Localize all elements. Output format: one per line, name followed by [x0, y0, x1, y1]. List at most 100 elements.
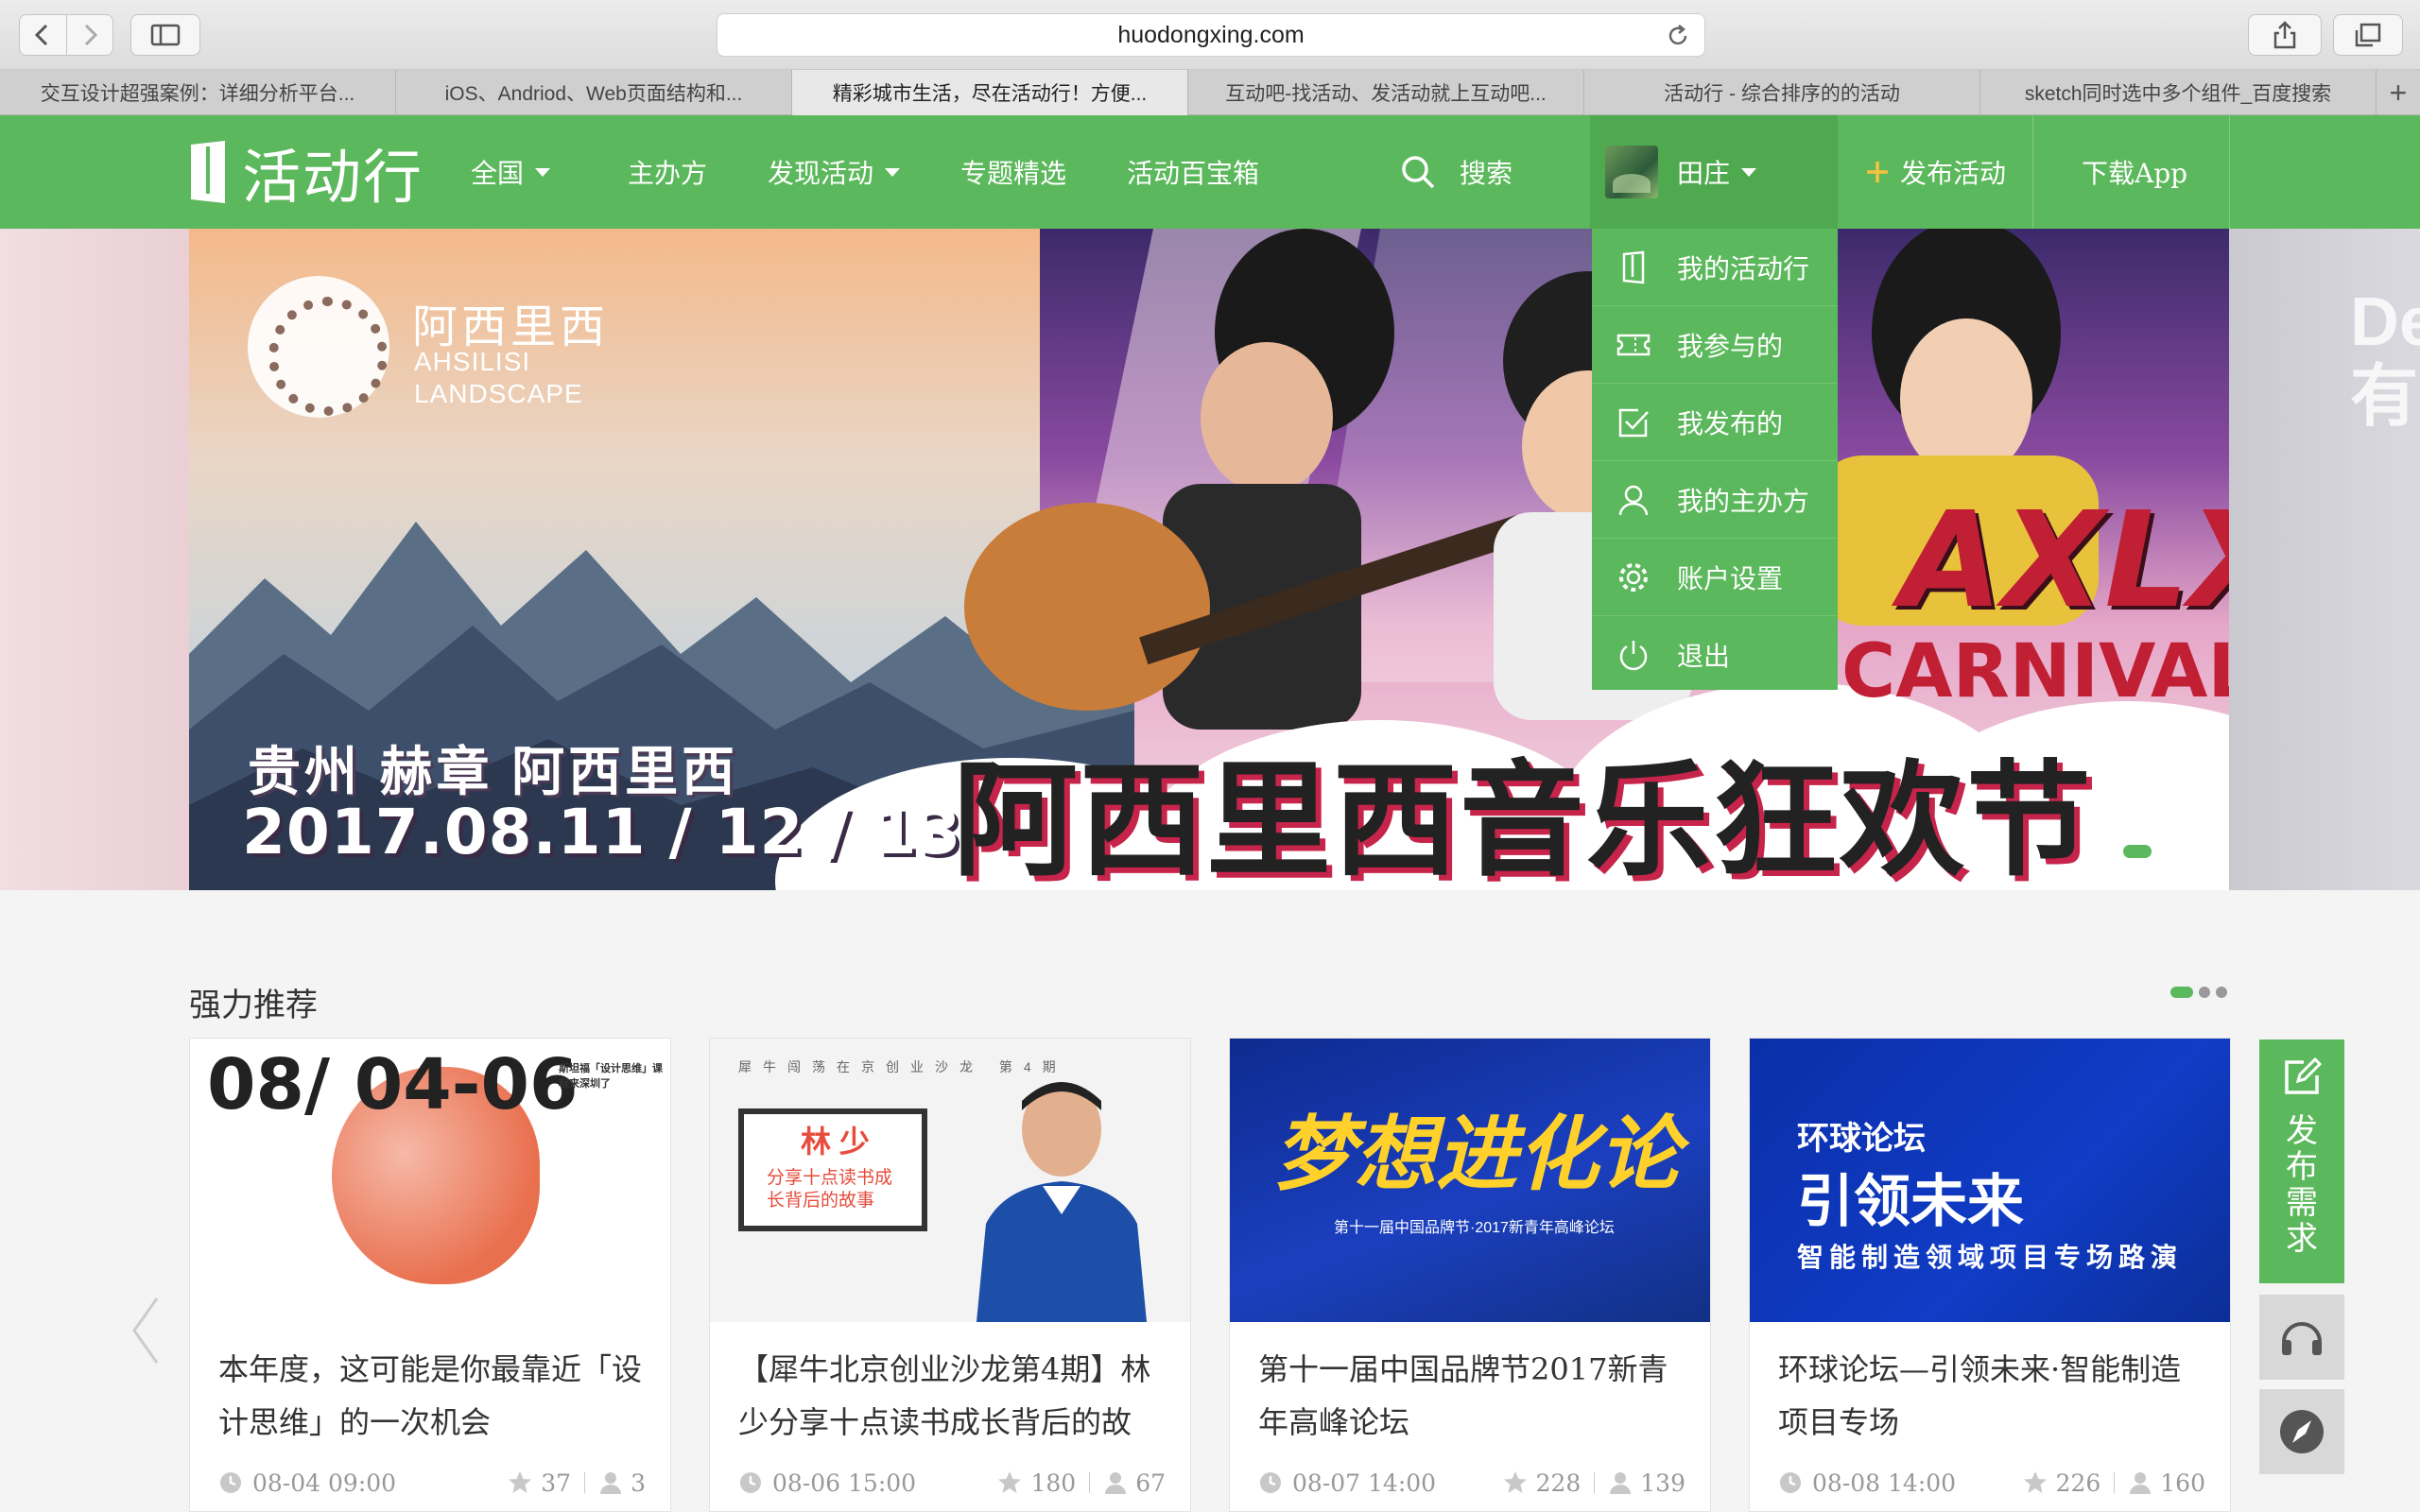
sidebar-icon: [150, 24, 181, 46]
nav-divider: [2229, 115, 2230, 229]
event-title: 第十一届中国品牌节2017新青年高峰论坛: [1258, 1351, 1668, 1440]
event-time-text: 08-04 09:00: [252, 1469, 397, 1497]
url-text: huodongxing.com: [1117, 21, 1305, 48]
banner-slide[interactable]: 阿西里西 AHSILISILANDSCAPE AXLX CARNIVAL 阿西里…: [189, 229, 2229, 890]
tab-label: 交互设计超强案例：详细分析平台...: [40, 83, 355, 105]
browser-tab-active[interactable]: 精彩城市生活，尽在活动行！方便...: [792, 70, 1188, 115]
edit-icon: [2285, 1057, 2323, 1094]
tab-label: 精彩城市生活，尽在活动行！方便...: [832, 83, 1148, 105]
people-count: 3: [631, 1469, 646, 1497]
power-icon: [1615, 636, 1652, 674]
pager-dot[interactable]: [2199, 987, 2210, 998]
menu-item-label: 我的活动行: [1677, 252, 1810, 284]
user-name: 田庄: [1677, 158, 1731, 189]
event-stats: 37 3: [507, 1469, 646, 1497]
new-tab-button[interactable]: +: [2377, 70, 2420, 115]
user-icon: [1615, 481, 1652, 519]
site-logo[interactable]: 活动行: [187, 134, 424, 211]
post-demand-button[interactable]: 发布需求: [2259, 1040, 2344, 1283]
browser-tab[interactable]: sketch同时选中多个组件_百度搜索: [1980, 70, 2377, 115]
event-meta: 08-04 09:00 37 3: [218, 1464, 646, 1502]
headset-icon: [2282, 1322, 2322, 1355]
carousel-dot[interactable]: [2159, 845, 2172, 858]
tab-label: 活动行 - 综合排序的的活动: [1664, 83, 1900, 105]
star-count: 228: [1535, 1469, 1582, 1497]
nav-region-select[interactable]: 全国: [471, 115, 551, 229]
cover-side-text: 斯坦福「设计思维」课程来深圳了: [559, 1063, 663, 1090]
reload-icon: [1668, 25, 1687, 45]
menu-item-my-huodongxing[interactable]: 我的活动行: [1592, 229, 1838, 306]
event-cover-image: 08/ 04-06 斯坦福「设计思维」课程来深圳了: [190, 1039, 670, 1322]
pager-dot[interactable]: [2170, 987, 2193, 998]
chevron-right-icon: [84, 24, 98, 46]
event-card[interactable]: 梦想进化论 第十一届中国品牌节·2017新青年高峰论坛 第十一届中国品牌节201…: [1229, 1038, 1711, 1512]
clock-icon: [740, 1472, 761, 1493]
event-card[interactable]: 08/ 04-06 斯坦福「设计思维」课程来深圳了 本年度，这可能是你最靠近「设…: [189, 1038, 671, 1512]
cover-subtitle: 分享十点读书成长背后的故事: [767, 1168, 893, 1211]
nav-organizer[interactable]: 主办方: [628, 115, 707, 229]
banner-carnival: CARNIVAL: [1841, 629, 2229, 714]
reload-button[interactable]: [1665, 23, 1691, 49]
publish-label: 发布活动: [1900, 158, 2007, 189]
star-icon: [1503, 1471, 1527, 1493]
browser-tab[interactable]: 交互设计超强案例：详细分析平台...: [0, 70, 396, 115]
address-bar[interactable]: huodongxing.com: [717, 13, 1705, 57]
logo-bookmark-icon: [191, 141, 225, 203]
sidebar-toggle-button[interactable]: [130, 14, 200, 56]
event-title: 本年度，这可能是你最靠近「设计思维」的一次机会: [218, 1351, 643, 1440]
tabs-icon: [2355, 23, 2381, 47]
brand-en-line: LANDSCAPE: [414, 379, 583, 408]
event-card[interactable]: 犀牛闯荡在京创业沙龙 第4期 林 少 分享十点读书成长背后的故事 【犀牛北京创业…: [709, 1038, 1191, 1512]
menu-item-published[interactable]: 我发布的: [1592, 384, 1838, 461]
publish-event-button[interactable]: 发布活动: [1864, 115, 2006, 229]
event-cover-image: 犀牛闯荡在京创业沙龙 第4期 林 少 分享十点读书成长背后的故事: [710, 1039, 1190, 1322]
person-icon: [600, 1472, 622, 1494]
carousel-dot[interactable]: [2180, 845, 2193, 858]
divider: [584, 1472, 586, 1493]
share-button[interactable]: [2248, 14, 2322, 56]
nav-topics[interactable]: 专题精选: [960, 115, 1066, 229]
event-meta: 08-07 14:00 228 139: [1258, 1464, 1685, 1502]
menu-item-logout[interactable]: 退出: [1592, 616, 1838, 694]
customer-service-button[interactable]: [2259, 1295, 2344, 1380]
event-time-text: 08-07 14:00: [1292, 1469, 1437, 1497]
browser-tab[interactable]: iOS、Andriod、Web页面结构和...: [396, 70, 792, 115]
caret-down-icon: [885, 167, 901, 177]
cover-title: 环球论坛: [1797, 1121, 1926, 1157]
nav-search-label: 搜索: [1460, 158, 1513, 189]
check-square-icon: [1615, 404, 1652, 441]
person-icon: [1610, 1472, 1632, 1494]
user-dropdown-menu: 我的活动行 我参与的 我发布的 我的主办方 账户设置 退出: [1592, 229, 1838, 690]
browser-tab[interactable]: 活动行 - 综合排序的的活动: [1584, 70, 1980, 115]
search-icon: [1402, 156, 1435, 189]
menu-item-my-organizer[interactable]: 我的主办方: [1592, 461, 1838, 539]
menu-item-participated[interactable]: 我参与的: [1592, 306, 1838, 384]
carousel-indicators: [2123, 845, 2193, 858]
brand-logo: [248, 276, 389, 418]
nav-search[interactable]: 搜索: [1399, 115, 1512, 229]
forward-button[interactable]: [65, 15, 112, 55]
menu-item-settings[interactable]: 账户设置: [1592, 539, 1838, 616]
browser-tab[interactable]: 互动吧-找活动、发活动就上互动吧...: [1188, 70, 1584, 115]
user-menu-button[interactable]: 田庄: [1590, 115, 1838, 229]
event-card[interactable]: 环球论坛 引领未来 智能制造领域项目专场路演 环球论坛—引领未来·智能制造项目专…: [1749, 1038, 2231, 1512]
caret-down-icon: [535, 167, 551, 177]
carousel-dot[interactable]: [2123, 845, 2152, 858]
prev-cards-button[interactable]: [127, 1293, 164, 1368]
download-app-link[interactable]: 下载App: [2082, 115, 2187, 229]
logo-text: 活动行: [242, 146, 424, 211]
back-button[interactable]: [20, 15, 66, 55]
nav-topics-label: 专题精选: [960, 158, 1067, 189]
nav-discover[interactable]: 发现活动: [768, 115, 901, 229]
pager-dot[interactable]: [2216, 987, 2227, 998]
feedback-button[interactable]: [2259, 1389, 2344, 1474]
show-tabs-button[interactable]: [2333, 14, 2403, 56]
menu-item-label: 退出: [1677, 641, 1731, 672]
nav-toolbox[interactable]: 活动百宝箱: [1127, 115, 1259, 229]
tab-bar: 交互设计超强案例：详细分析平台... iOS、Andriod、Web页面结构和.…: [0, 70, 2420, 115]
clock-icon: [220, 1472, 241, 1493]
people-count: 139: [1640, 1469, 1685, 1497]
ticket-icon: [1615, 326, 1652, 364]
event-cover-image: 梦想进化论 第十一届中国品牌节·2017新青年高峰论坛: [1230, 1039, 1710, 1322]
prev-slide-peek[interactable]: [0, 229, 189, 890]
